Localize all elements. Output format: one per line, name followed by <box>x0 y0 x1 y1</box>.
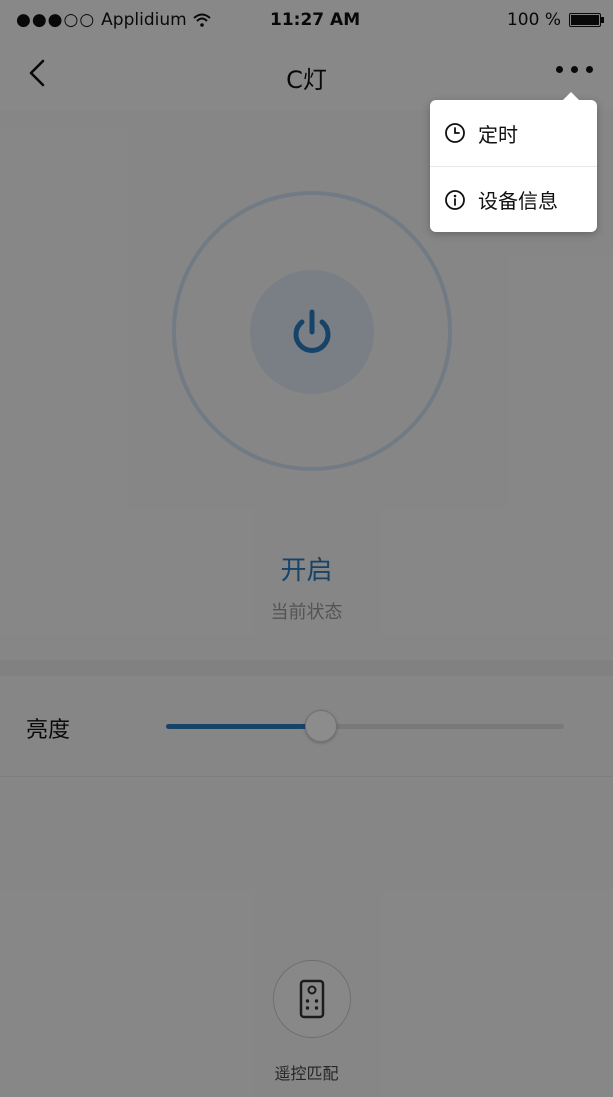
more-popover-menu: 定时 设备信息 <box>430 92 597 232</box>
menu-item-timer-label: 定时 <box>478 122 518 147</box>
screen: ●●●○○ Applidium 11:27 AM 100 % C灯 开启 当前状… <box>0 0 613 1097</box>
menu-item-device-info-label: 设备信息 <box>478 189 558 213</box>
popover-arrow <box>563 92 579 100</box>
menu-item-timer[interactable]: 定时 <box>430 100 597 166</box>
menu-item-device-info[interactable]: 设备信息 <box>430 166 597 232</box>
clock-icon <box>445 123 465 143</box>
info-icon <box>445 189 465 210</box>
